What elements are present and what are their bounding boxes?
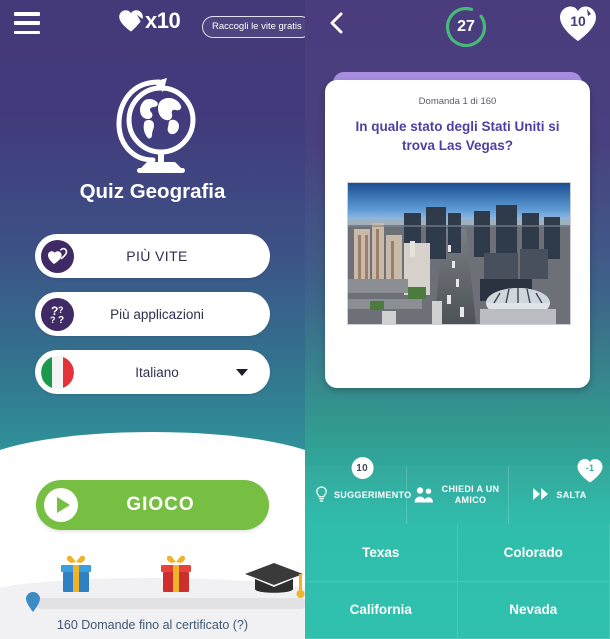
collect-free-lives-button[interactable]: Raccogli le vite gratis [202,16,305,38]
hamburger-bar [14,12,40,16]
more-apps-button[interactable]: ? ? ? ? Più applicazioni [35,292,270,336]
more-lives-label: PIÙ VITE [126,248,188,264]
progress-caption: 160 Domande fino al certificato (?) [56,618,249,632]
chevron-down-icon[interactable] [236,368,248,376]
question-image [347,182,571,325]
home-screen-panel: x10 Raccogli le vite gratis Quiz Geograf… [0,0,305,639]
hint-label: SUGGERIMENTO [334,489,412,500]
hamburger-bar [14,30,40,34]
skip-label: SALTA [556,489,587,500]
graduation-cap-icon[interactable] [243,561,305,603]
lives-badge-value: 10 [570,13,586,29]
svg-text:?: ? [58,315,64,325]
answer-option[interactable]: Texas [305,524,458,582]
question-card: Domanda 1 di 160 In quale stato degli St… [325,80,590,388]
skip-button[interactable]: -1 SALTA [508,459,610,524]
people-icon [414,486,434,505]
hint-button[interactable]: 10 SUGGERIMENTO [305,457,412,524]
play-button[interactable]: GIOCO [36,480,269,530]
hearts-icon [41,239,74,273]
rewards-row [0,553,305,598]
fast-forward-icon [532,487,550,503]
answer-option[interactable]: Colorado [457,524,610,582]
app-root: x10 Raccogli le vite gratis Quiz Geograf… [0,0,610,639]
question-counter: Domanda 1 di 160 [418,96,497,107]
answer-option[interactable]: California [305,581,458,639]
more-apps-label: Più applicazioni [110,306,204,322]
lightbulb-icon [315,485,328,505]
location-pin-icon [26,592,40,612]
svg-text:?: ? [50,315,56,325]
lives-badge[interactable]: 10 [558,5,598,43]
lives-counter[interactable]: x10 [118,8,181,34]
globe-icon [0,72,305,180]
language-label: Italiano [135,364,179,380]
skip-cost-value: -1 [585,463,595,473]
chevron-left-icon[interactable] [327,12,347,34]
certificate-progress-bar[interactable] [36,598,305,609]
gift-blue-icon[interactable] [56,553,96,595]
question-marks-icon: ? ? ? ? [41,297,74,331]
more-lives-button[interactable]: PIÙ VITE [35,234,270,278]
answer-option[interactable]: Nevada [457,581,610,639]
ask-friend-button[interactable]: CHIEDI A UN AMICO [406,466,508,524]
question-text: In quale stato degli Stati Uniti si trov… [355,119,560,153]
heart-icon [118,9,144,33]
language-selector[interactable]: Italiano [35,350,270,394]
heart-icon: -1 [576,458,604,484]
italy-flag-icon [41,355,74,389]
svg-text:?: ? [58,305,64,315]
lives-count-label: x10 [145,8,181,33]
hint-count-badge: 10 [351,457,374,479]
timer-value: 27 [457,18,475,35]
quiz-tools-bar: 10 SUGGERIMENTO CHIEDI A UN AMICO -1 SAL… [305,457,610,524]
quiz-screen-panel: 27 10 Domanda 1 di 160 In quale stato de… [305,0,610,639]
hamburger-menu-icon[interactable] [14,12,40,34]
page-title: Quiz Geografia [79,180,226,203]
answer-options: Texas Colorado California Nevada [305,524,610,639]
play-button-label: GIOCO [126,494,195,515]
gift-red-icon[interactable] [156,553,196,595]
play-icon [44,488,78,522]
ask-friend-label: CHIEDI A UN AMICO [441,484,500,505]
hamburger-bar [14,21,40,25]
